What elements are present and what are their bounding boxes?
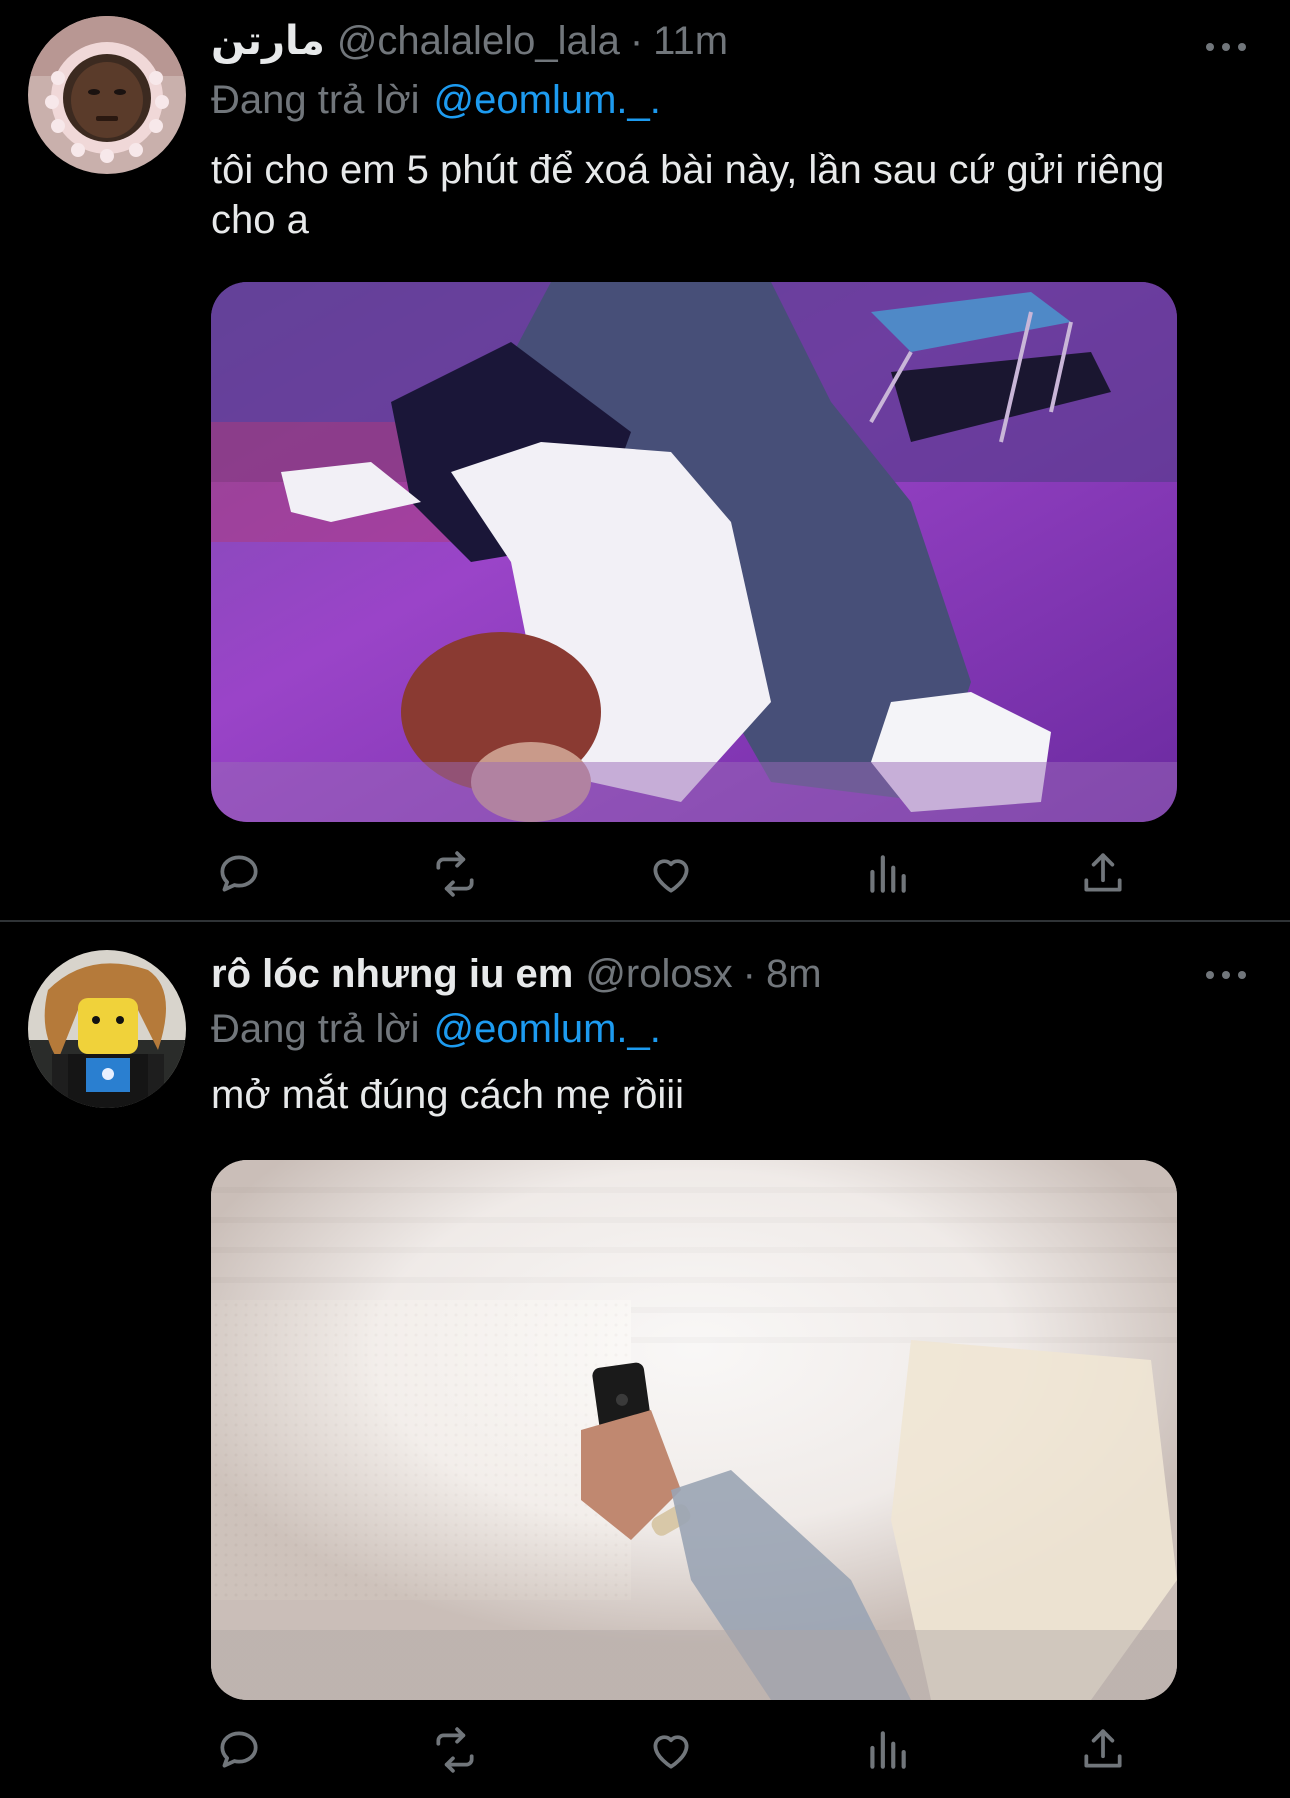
retweet-icon[interactable] (427, 1722, 483, 1778)
views-icon[interactable] (859, 1722, 915, 1778)
reply-mention-link[interactable]: @eomlum._. (434, 1007, 661, 1051)
tweet-media-image[interactable] (211, 282, 1177, 822)
heart-icon[interactable] (643, 1722, 699, 1778)
anime-meme-image (211, 282, 1177, 822)
tweet-header: rô lóc nhưng iu em @rolosx · 8m (211, 952, 822, 1002)
tweet-media-image[interactable] (211, 1160, 1177, 1700)
handle[interactable]: @rolosx (585, 952, 732, 997)
share-icon[interactable] (1075, 846, 1131, 902)
more-icon[interactable] (1206, 965, 1246, 985)
tweet-2[interactable]: rô lóc nhưng iu em @rolosx · 8m Đang trả… (0, 922, 1290, 1798)
avatar[interactable] (28, 950, 186, 1108)
handle[interactable]: @chalalelo_lala (337, 19, 620, 64)
phone-selfie-meme-image (211, 1160, 1177, 1700)
heart-icon[interactable] (643, 846, 699, 902)
retweet-icon[interactable] (427, 846, 483, 902)
reply-icon[interactable] (211, 1722, 267, 1778)
timestamp[interactable]: 8m (766, 952, 822, 997)
views-icon[interactable] (859, 846, 915, 902)
replying-to-label: Đang trả lời (211, 78, 420, 122)
replying-to: Đang trả lời @eomlum._. (211, 78, 661, 123)
replying-to-label: Đang trả lời (211, 1007, 420, 1051)
tweet-1[interactable]: مارتن @chalalelo_lala · 11m Đang trả lời… (0, 0, 1290, 920)
tweet-text: tôi cho em 5 phút để xoá bài này, lần sa… (211, 148, 1165, 242)
avatar[interactable] (28, 16, 186, 174)
avatar-image (28, 950, 186, 1108)
reply-icon[interactable] (211, 846, 267, 902)
tweet-text: mở mắt đúng cách mẹ rồiii (211, 1073, 685, 1117)
tweet-header: مارتن @chalalelo_lala · 11m (211, 18, 728, 68)
avatar-image (28, 16, 186, 174)
separator-dot: · (742, 952, 756, 996)
timestamp[interactable]: 11m (653, 19, 728, 64)
replying-to: Đang trả lời @eomlum._. (211, 1007, 661, 1052)
separator-dot: · (629, 19, 644, 63)
display-name[interactable]: مارتن (211, 18, 325, 64)
tweet-actions (211, 1722, 1131, 1778)
share-icon[interactable] (1075, 1722, 1131, 1778)
more-icon[interactable] (1206, 37, 1246, 57)
display-name[interactable]: rô lóc nhưng iu em (211, 952, 573, 997)
reply-mention-link[interactable]: @eomlum._. (434, 78, 661, 122)
tweet-actions (211, 846, 1131, 902)
